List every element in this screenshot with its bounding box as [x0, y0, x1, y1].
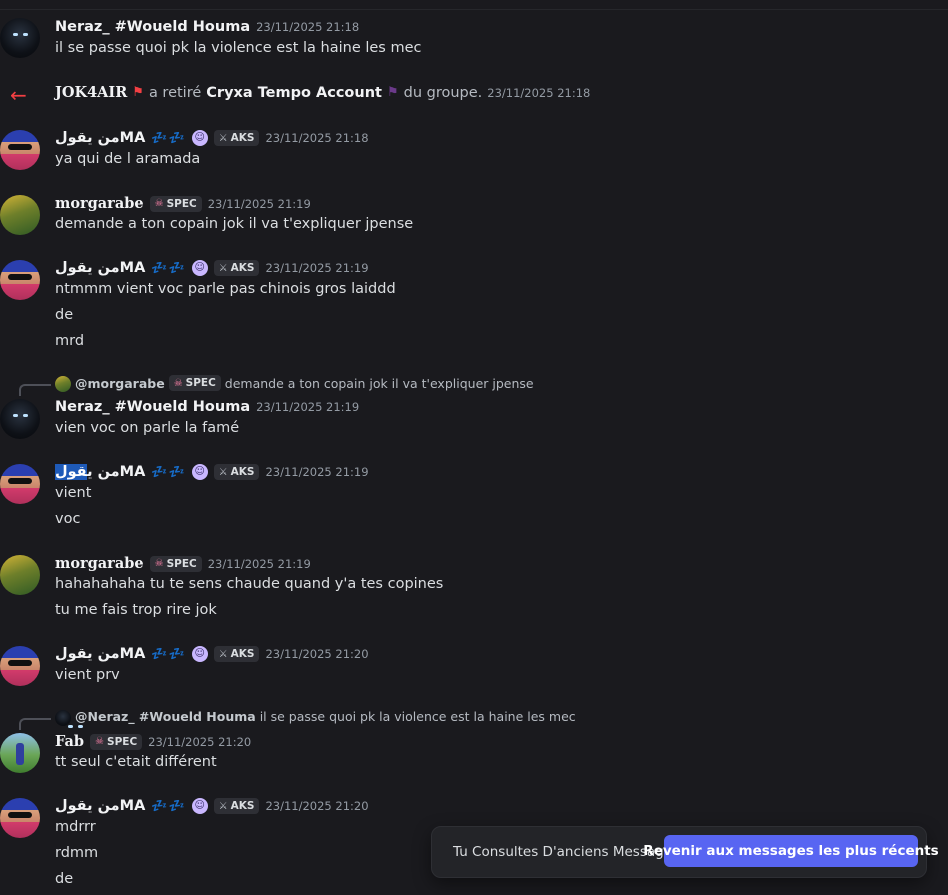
message-text: de [55, 871, 74, 887]
system-target[interactable]: Cryxa Tempo Account [206, 85, 382, 101]
zzz-icon: 💤💤 [151, 260, 186, 276]
jump-to-present-button[interactable]: Revenir aux messages les plus récents [643, 835, 939, 867]
jump-to-present-bar: Tu Consultes D'anciens Messages Revenir … [431, 826, 939, 878]
avatar [55, 376, 71, 392]
timestamp: 23/11/2025 21:18 [256, 20, 360, 34]
username[interactable]: morgarabe [55, 195, 144, 212]
guild-tag[interactable]: ⚔ AKS [213, 646, 260, 662]
timestamp: 23/11/2025 21:20 [265, 799, 369, 813]
ghost-icon: ☺ [191, 260, 208, 276]
avatar[interactable] [0, 646, 40, 686]
sword-icon: ⚔ [218, 648, 228, 660]
reply-username[interactable]: @morgarabe [75, 376, 165, 391]
guild-tag[interactable]: ⚔ AKS [213, 260, 260, 276]
sword-icon: ⚔ [218, 262, 228, 274]
avatar [55, 710, 73, 728]
reply-spine [19, 718, 51, 730]
timestamp: 23/11/2025 21:18 [487, 85, 591, 100]
message-text: hahahahaha tu te sens chaude quand y'a t… [55, 576, 444, 592]
sword-icon: ⚔ [218, 800, 228, 812]
guild-tag[interactable]: ⚔ AKS [213, 798, 260, 814]
message-text: il se passe quoi pk la violence est la h… [55, 40, 422, 56]
timestamp: 23/11/2025 21:20 [265, 647, 369, 661]
message-text: de [55, 307, 74, 323]
username[interactable]: morgarabe [55, 555, 144, 572]
arrow-left-icon: ← [10, 83, 27, 107]
guild-tag[interactable]: ☠ SPEC [90, 733, 143, 750]
avatar[interactable] [0, 464, 40, 504]
username[interactable]: Fab [55, 733, 84, 750]
reply-preview[interactable]: @morgarabe ☠ SPEC demande a ton copain jo… [0, 375, 948, 396]
username[interactable]: Neraz_ #Woueld Houma [55, 19, 250, 35]
text-selection: قول [55, 464, 88, 480]
message-text: tu me fais trop rire jok [55, 602, 217, 618]
guild-tag[interactable]: ⚔ AKS [213, 130, 260, 146]
message-text: tt seul c'etait différent [55, 754, 217, 770]
timestamp: 23/11/2025 21:18 [265, 131, 369, 145]
skull-icon: ☠ [154, 198, 164, 209]
reply-text: demande a ton copain jok il va t'expliqu… [224, 375, 534, 391]
ghost-icon: ☺ [191, 464, 208, 480]
ghost-icon: ☺ [191, 798, 208, 814]
zzz-icon: 💤💤 [151, 798, 186, 814]
timestamp: 23/11/2025 21:19 [265, 261, 369, 275]
skull-icon: ☠ [154, 558, 164, 569]
reply-username[interactable]: @Neraz_ #Woueld Houma [75, 709, 256, 724]
flag-icon: ⚑ [132, 85, 144, 100]
message-text: ya qui de l aramada [55, 151, 201, 167]
reply-spine [19, 384, 51, 396]
avatar[interactable] [0, 195, 40, 235]
zzz-icon: 💤💤 [151, 130, 186, 146]
avatar[interactable] [0, 399, 40, 439]
guild-tag: ☠ SPEC [168, 375, 221, 391]
username[interactable]: من يقولMA [55, 130, 145, 146]
message-text: vien voc on parle la famé [55, 420, 240, 436]
username[interactable]: من يقولMA [55, 798, 145, 814]
guild-tag[interactable]: ⚔ AKS [213, 464, 260, 480]
message-text: mdrrr [55, 819, 96, 835]
avatar[interactable] [0, 555, 40, 595]
timestamp: 23/11/2025 21:20 [148, 734, 252, 749]
system-suffix: du groupe. [403, 84, 483, 101]
avatar[interactable] [0, 18, 40, 58]
zzz-icon: 💤💤 [151, 464, 186, 480]
timestamp: 23/11/2025 21:19 [207, 556, 311, 571]
guild-tag[interactable]: ☠ SPEC [149, 195, 202, 212]
sword-icon: ⚔ [218, 132, 228, 144]
ghost-icon: ☺ [191, 130, 208, 146]
message-text: mrd [55, 333, 85, 349]
flag-icon: ⚑ [386, 85, 399, 100]
username[interactable]: Neraz_ #Woueld Houma [55, 399, 250, 415]
guild-tag[interactable]: ☠ SPEC [149, 555, 202, 572]
timestamp: 23/11/2025 21:19 [265, 465, 369, 479]
zzz-icon: 💤💤 [151, 646, 186, 662]
username[interactable]: من يقولMA [55, 464, 145, 480]
username[interactable]: من يقولMA [55, 646, 145, 662]
skull-icon: ☠ [95, 736, 105, 747]
avatar[interactable] [0, 130, 40, 170]
avatar[interactable] [0, 733, 40, 773]
channel-top-divider [0, 9, 948, 10]
system-actor[interactable]: JOK4AIR [55, 84, 127, 101]
message-text: ntmmm vient voc parle pas chinois gros l… [55, 281, 396, 297]
ghost-icon: ☺ [191, 646, 208, 662]
message-text: demande a ton copain jok il va t'expliqu… [55, 216, 414, 232]
message-text: rdmm [55, 845, 99, 861]
avatar[interactable] [0, 798, 40, 838]
reply-preview[interactable]: @Neraz_ #Woueld Houma il se passe quoi p… [0, 709, 948, 730]
message-text: vient prv [55, 667, 120, 683]
avatar[interactable] [0, 260, 40, 300]
skull-icon: ☠ [173, 377, 183, 389]
reply-text: il se passe quoi pk la violence est la h… [259, 709, 576, 724]
message-text: vient [55, 485, 92, 501]
timestamp: 23/11/2025 21:19 [256, 400, 360, 414]
message-text: voc [55, 511, 81, 527]
timestamp: 23/11/2025 21:19 [207, 196, 311, 211]
sword-icon: ⚔ [218, 466, 228, 478]
system-action: a retiré [148, 84, 202, 101]
username[interactable]: من يقولMA [55, 260, 145, 276]
